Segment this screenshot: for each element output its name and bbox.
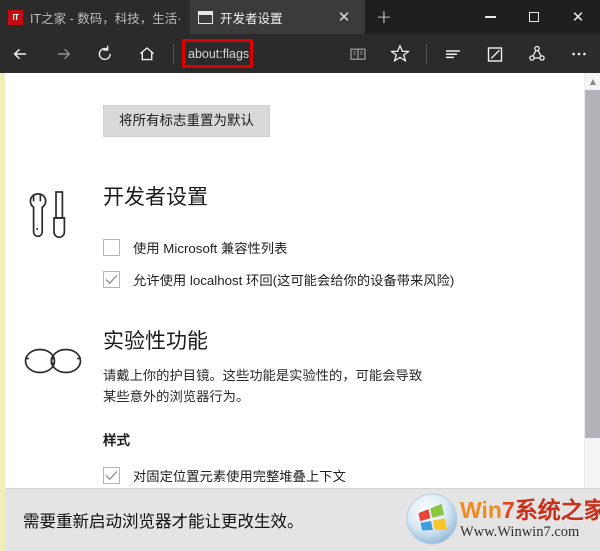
flags-page-content: 将所有标志重置为默认 开发者设置 使用 Microsoft 兼容性列表 允许使用… [5,73,584,551]
checkbox-label: 允许使用 localhost 环回(这可能会给你的设备带来风险) [133,273,455,289]
minimize-icon [484,16,496,18]
page-viewport: 将所有标志重置为默认 开发者设置 使用 Microsoft 兼容性列表 允许使用… [0,73,600,551]
checkmark-icon [105,275,118,285]
checkbox-row-compat-list[interactable]: 使用 Microsoft 兼容性列表 [103,238,454,257]
reading-view-button[interactable] [337,34,379,73]
notification-message: 需要重新启动浏览器才能让更改生效。 [23,513,304,531]
restart-notification-bar: 需要重新启动浏览器才能让更改生效。 [5,488,600,551]
scrollbar-up-button[interactable]: ▲ [585,73,600,90]
home-icon [139,46,155,60]
hub-button[interactable] [432,34,474,73]
checkbox-compat-list[interactable] [103,239,120,257]
forward-arrow-icon [58,48,71,59]
favorites-button[interactable] [379,34,421,73]
web-note-button[interactable] [474,34,516,73]
home-button[interactable] [126,34,168,73]
checkbox-row-localhost-loopback[interactable]: 允许使用 localhost 环回(这可能会给你的设备带来风险) [103,270,454,289]
checkbox-label: 使用 Microsoft 兼容性列表 [133,241,288,257]
tab-strip: IT IT之家 - 数码，科技，生活· 开发者设置 ✕ + ✕ [0,0,600,34]
goggles-icon [24,348,82,374]
subsection-title-styles: 样式 [103,433,130,449]
tab-developer-settings[interactable]: 开发者设置 ✕ [190,0,365,34]
tab-it-home[interactable]: IT IT之家 - 数码，科技，生活· [0,0,190,34]
developer-settings-body: 开发者设置 使用 Microsoft 兼容性列表 允许使用 localhost … [103,185,454,289]
browser-toolbar: about:flags [0,34,600,73]
forward-button[interactable] [42,34,84,73]
reset-all-flags-button[interactable]: 将所有标志重置为默认 [103,105,270,137]
toolbar-divider-2 [426,43,427,64]
toolbar-right-group [337,34,600,73]
it-favicon: IT [8,9,23,25]
tools-icon [29,191,66,238]
back-arrow-icon [13,48,26,59]
book-icon [350,48,366,60]
share-button[interactable] [516,34,558,73]
web-note-icon [487,46,503,62]
star-icon [390,44,410,62]
experimental-features-body: 实验性功能 请戴上你的护目镜。这些功能是实验性的，可能会导致某些意外的浏览器行为… [103,329,423,485]
maximize-icon [529,12,539,22]
address-input[interactable]: about:flags [183,45,254,63]
back-button[interactable] [0,34,42,73]
tab-title: 开发者设置 [220,11,283,26]
minimize-button[interactable] [468,0,512,34]
goggles-icon-wrap [21,341,85,386]
checkbox-row-full-stacking-context[interactable]: 对固定位置元素使用完整堆叠上下文 [103,466,423,485]
address-bar[interactable]: about:flags [179,38,337,68]
share-icon [529,45,545,61]
more-button[interactable] [558,34,600,73]
tab-title: IT之家 - 数码，科技，生活· [30,11,182,26]
section-title: 实验性功能 [103,330,208,353]
checkbox-localhost-loopback[interactable] [103,271,120,289]
more-ellipsis-icon [572,52,586,55]
refresh-icon [98,45,111,60]
section-title: 开发者设置 [103,186,208,209]
tools-icon-wrap [23,187,85,256]
caption-buttons: ✕ [468,0,600,34]
scrollbar-thumb[interactable] [585,90,600,438]
hub-lines-icon [446,49,460,58]
maximize-button[interactable] [512,0,556,34]
close-window-button[interactable]: ✕ [556,0,600,34]
tab-close-button[interactable]: ✕ [331,0,357,34]
toolbar-divider [173,43,174,64]
refresh-button[interactable] [84,34,126,73]
new-tab-button[interactable]: + [365,0,403,34]
checkbox-label: 对固定位置元素使用完整堆叠上下文 [133,469,346,485]
page-scrollbar[interactable]: ▲ ▼ [584,73,600,551]
page-icon [198,10,213,24]
checkmark-icon [105,471,118,481]
section-description: 请戴上你的护目镜。这些功能是实验性的，可能会导致某些意外的浏览器行为。 [103,368,423,404]
browser-window: IT IT之家 - 数码，科技，生活· 开发者设置 ✕ + ✕ about:fl… [0,0,600,551]
checkbox-full-stacking-context[interactable] [103,467,120,485]
